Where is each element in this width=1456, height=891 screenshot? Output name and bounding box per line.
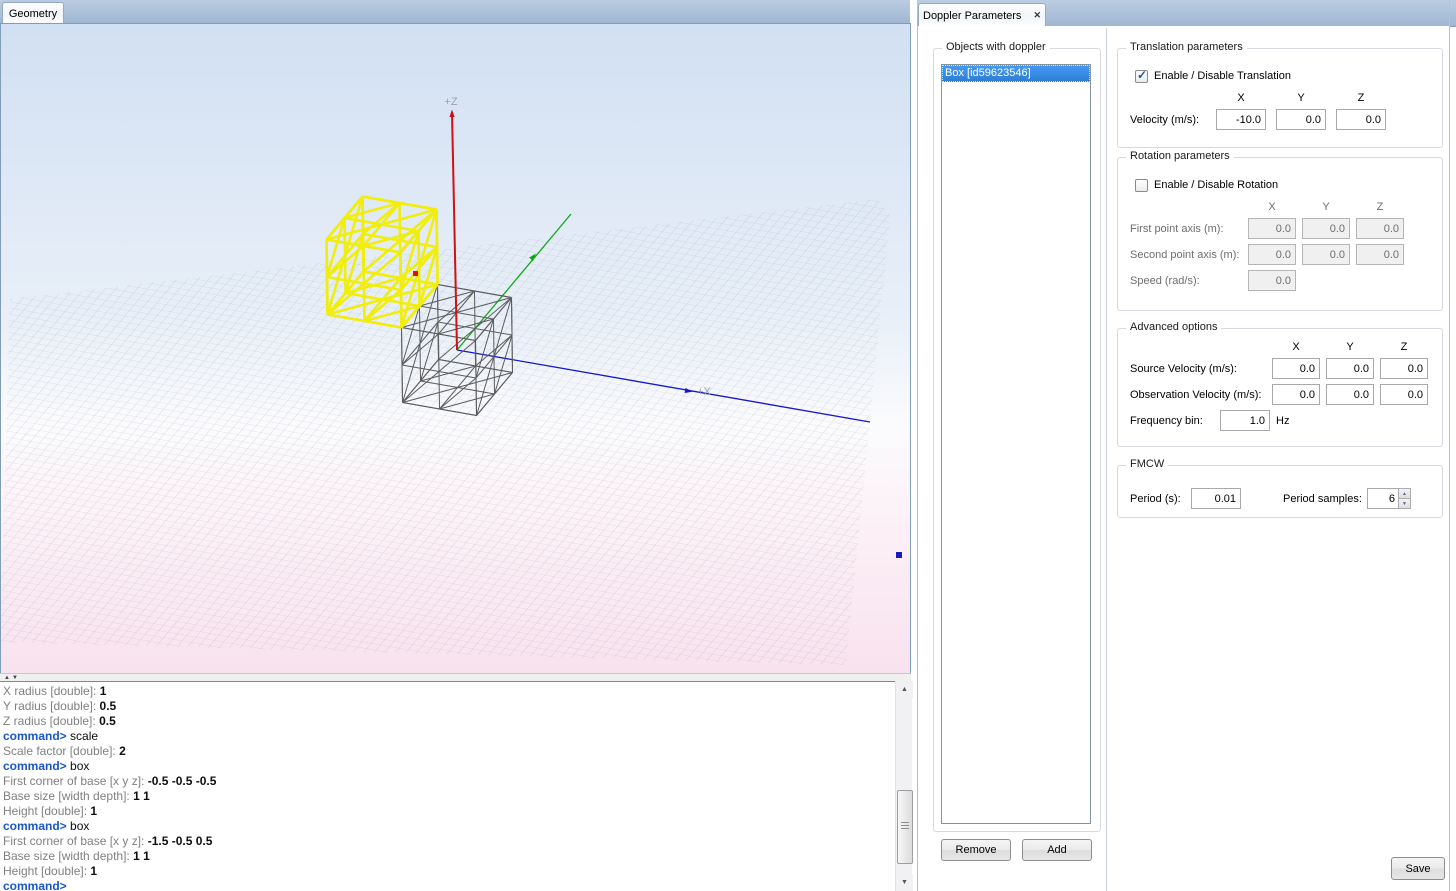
objects-list[interactable]: Box [id59623546] <box>941 64 1091 824</box>
first-point-x-field <box>1248 218 1296 239</box>
first-point-z-field <box>1356 218 1404 239</box>
scrollbar-grip <box>901 822 909 829</box>
window-right-border <box>1449 0 1450 891</box>
first-point-y-field <box>1302 218 1350 239</box>
tab-doppler-label: Doppler Parameters <box>923 10 1021 22</box>
column-header-x: X <box>1216 92 1266 105</box>
console-line: Base size [width depth]: 1 1 <box>3 789 895 804</box>
command-console[interactable]: X radius [double]: 1Y radius [double]: 0… <box>0 681 895 891</box>
rotation-group-title: Rotation parameters <box>1126 150 1234 162</box>
second-point-x-field <box>1248 244 1296 265</box>
spinner-up-icon[interactable]: ▲ <box>1398 488 1411 498</box>
console-line: Height [double]: 1 <box>3 804 895 819</box>
velocity-x-field[interactable] <box>1216 109 1266 130</box>
axis-x-label: +X <box>697 386 711 398</box>
column-header-x: X <box>1248 201 1296 214</box>
application-window: Geometry +X+Z ▲▼ X radius [double]: 1Y r… <box>0 0 1456 891</box>
panel-divider <box>1106 28 1107 891</box>
first-point-axis-label: First point axis (m): <box>1130 223 1248 235</box>
check-icon: ✓ <box>1137 68 1147 82</box>
console-line: Scale factor [double]: 2 <box>3 744 895 759</box>
console-line: command> <box>3 879 895 891</box>
tab-geometry[interactable]: Geometry <box>2 2 64 24</box>
source-velocity-y-field[interactable] <box>1326 358 1374 379</box>
translation-parameters-group: Translation parameters ✓ Enable / Disabl… <box>1117 48 1443 148</box>
velocity-label: Velocity (m/s): <box>1130 114 1216 126</box>
speed-label: Speed (rad/s): <box>1130 275 1248 287</box>
console-scrollbar[interactable]: ▲ ▼ <box>895 681 912 891</box>
frequency-unit-label: Hz <box>1276 415 1289 427</box>
column-header-x: X <box>1272 341 1320 354</box>
save-button[interactable]: Save <box>1391 857 1445 880</box>
advanced-group-title: Advanced options <box>1126 321 1221 333</box>
rotation-enable-checkbox[interactable]: ✓ <box>1135 179 1148 192</box>
translation-enable-checkbox[interactable]: ✓ <box>1135 70 1148 83</box>
console-output: X radius [double]: 1Y radius [double]: 0… <box>3 684 895 891</box>
object-list-item[interactable]: Box [id59623546] <box>942 65 1090 82</box>
source-velocity-label: Source Velocity (m/s): <box>1130 363 1272 375</box>
console-line: Z radius [double]: 0.5 <box>3 714 895 729</box>
axis-z-label: +Z <box>444 96 457 108</box>
period-samples-field[interactable] <box>1367 488 1398 509</box>
observation-velocity-y-field[interactable] <box>1326 384 1374 405</box>
console-line: Height [double]: 1 <box>3 864 895 879</box>
console-line: First corner of base [x y z]: -1.5 -0.5 … <box>3 834 895 849</box>
console-line: command> box <box>3 819 895 834</box>
velocity-y-field[interactable] <box>1276 109 1326 130</box>
column-header-y: Y <box>1326 341 1374 354</box>
observation-velocity-label: Observation Velocity (m/s): <box>1130 389 1272 401</box>
console-line: Base size [width depth]: 1 1 <box>3 849 895 864</box>
scene-canvas: +X +Z <box>1 24 910 673</box>
column-header-z: Z <box>1380 341 1428 354</box>
console-line: command> scale <box>3 729 895 744</box>
close-icon[interactable]: ✕ <box>1033 10 1041 21</box>
source-velocity-z-field[interactable] <box>1380 358 1428 379</box>
console-line: Y radius [double]: 0.5 <box>3 699 895 714</box>
speed-field <box>1248 270 1296 291</box>
column-header-z: Z <box>1356 201 1404 214</box>
objects-group-title: Objects with doppler <box>942 41 1050 53</box>
advanced-options-group: Advanced options X Y Z Source Velocity (… <box>1117 328 1443 447</box>
console-line: First corner of base [x y z]: -0.5 -0.5 … <box>3 774 895 789</box>
console-line: command> box <box>3 759 895 774</box>
rotation-enable-label: Enable / Disable Rotation <box>1154 179 1278 191</box>
velocity-z-field[interactable] <box>1336 109 1386 130</box>
source-velocity-x-field[interactable] <box>1272 358 1320 379</box>
column-header-z: Z <box>1336 92 1386 105</box>
tab-geometry-label: Geometry <box>9 8 57 20</box>
console-line: X radius [double]: 1 <box>3 684 895 699</box>
second-point-z-field <box>1356 244 1404 265</box>
blue-point-marker <box>896 552 902 558</box>
left-tab-bar: Geometry <box>0 0 910 24</box>
add-button[interactable]: Add <box>1022 839 1092 861</box>
period-samples-label: Period samples: <box>1283 493 1367 505</box>
column-header-y: Y <box>1302 201 1350 214</box>
translation-group-title: Translation parameters <box>1126 41 1247 53</box>
translation-enable-label: Enable / Disable Translation <box>1154 70 1291 82</box>
right-tab-bar: Doppler Parameters ✕ <box>917 0 1456 27</box>
period-label: Period (s): <box>1130 493 1191 505</box>
tab-doppler-parameters[interactable]: Doppler Parameters ✕ <box>918 3 1046 27</box>
red-point-marker <box>413 271 418 276</box>
remove-button[interactable]: Remove <box>941 839 1011 861</box>
rotation-parameters-group: Rotation parameters ✓ Enable / Disable R… <box>1117 157 1443 311</box>
scrollbar-up-icon[interactable]: ▲ <box>896 681 913 698</box>
column-header-y: Y <box>1276 92 1326 105</box>
scrollbar-down-icon[interactable]: ▼ <box>896 874 913 891</box>
fmcw-group-title: FMCW <box>1126 458 1168 470</box>
spinner-down-icon[interactable]: ▼ <box>1398 498 1411 509</box>
frequency-bin-field[interactable] <box>1220 410 1270 431</box>
frequency-bin-label: Frequency bin: <box>1130 415 1220 427</box>
fmcw-group: FMCW Period (s): Period samples: ▲ ▼ <box>1117 465 1443 518</box>
scrollbar-thumb[interactable] <box>897 790 913 864</box>
observation-velocity-z-field[interactable] <box>1380 384 1428 405</box>
observation-velocity-x-field[interactable] <box>1272 384 1320 405</box>
geometry-3d-viewport[interactable]: +X +Z <box>0 23 911 674</box>
period-field[interactable] <box>1191 488 1241 509</box>
second-point-axis-label: Second point axis (m): <box>1130 249 1248 261</box>
second-point-y-field <box>1302 244 1350 265</box>
